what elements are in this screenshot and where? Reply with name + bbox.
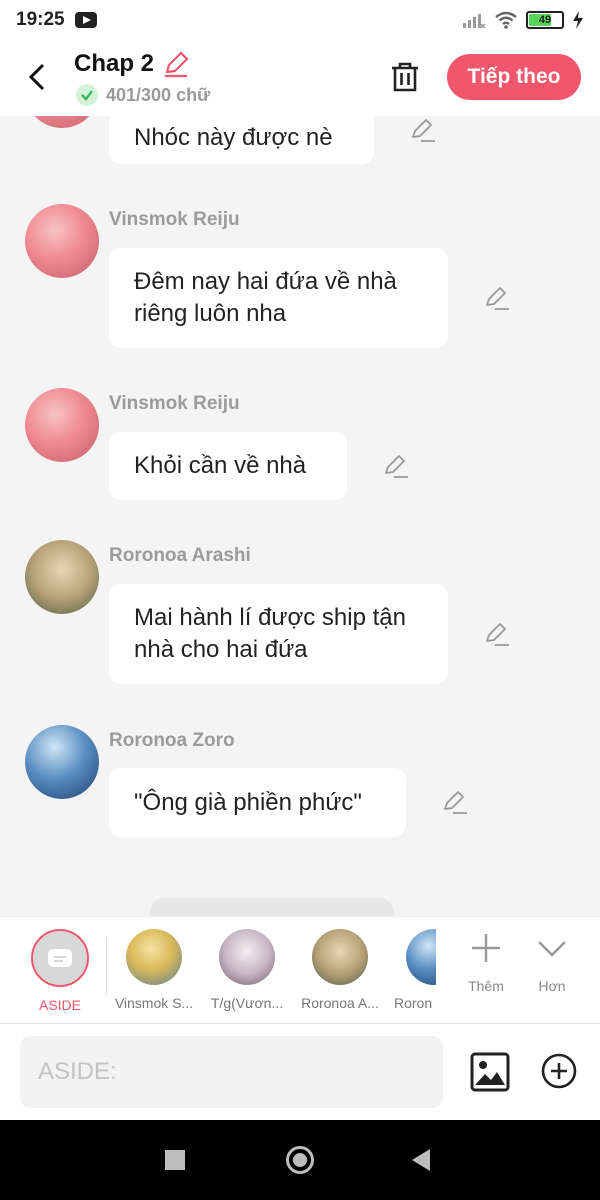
more-button[interactable]: Hơn (522, 931, 582, 994)
status-time: 19:25 (16, 9, 65, 30)
chevron-left-icon (28, 63, 45, 91)
next-button[interactable]: Tiếp theo (447, 54, 581, 100)
input-bar (0, 1024, 600, 1120)
character-bar: ASIDE Vinsmok S... T/g(Vươn... Roronoa A… (0, 916, 600, 1024)
system-back-button[interactable] (412, 1149, 430, 1171)
edit-title-icon[interactable] (162, 50, 190, 78)
avatar-arashi[interactable] (25, 540, 99, 614)
battery-level: 49 (538, 14, 552, 26)
sender-name: Vinsmok Reiju (109, 209, 240, 230)
character-label: Roronoa A... (301, 995, 379, 1011)
word-count: 401/300 chữ (106, 84, 211, 105)
character-label: ASIDE (38, 997, 81, 1013)
message-text: Nhóc này được nè (134, 123, 333, 151)
battery-icon: 49 (526, 11, 564, 29)
editor-header: Chap 2 401/300 chữ Tiếp theo (0, 40, 600, 116)
add-character-button[interactable]: Thêm (456, 931, 516, 994)
chevron-down-icon (538, 941, 566, 957)
character-avatar (219, 929, 275, 985)
message-text: Đêm nay hai đứa về nhà riêng luôn nha (134, 268, 397, 327)
character-zoro[interactable]: Roron (392, 929, 436, 1011)
trash-icon (392, 62, 418, 92)
scroll-hint-pill (150, 898, 394, 916)
character-avatar (406, 929, 436, 985)
character-avatar (312, 929, 368, 985)
character-label: Vinsmok S... (114, 995, 194, 1011)
character-author[interactable]: T/g(Vươn... (205, 929, 289, 1011)
back-button[interactable] (22, 60, 52, 94)
edit-message-icon[interactable] (382, 452, 410, 480)
add-label: Thêm (468, 978, 504, 994)
charging-icon (573, 11, 583, 29)
signal-icon (463, 14, 486, 29)
plus-icon (472, 934, 500, 962)
chat-area[interactable]: Nhóc này được nè Vinsmok Reiju Đêm nay h… (0, 116, 600, 916)
youtube-notification-icon (74, 12, 97, 28)
message-bubble[interactable]: Mai hành lí được ship tận nhà cho hai đứ… (109, 584, 448, 684)
avatar-reiju[interactable] (25, 116, 99, 128)
sender-name: Vinsmok Reiju (109, 393, 240, 414)
edit-message-icon[interactable] (483, 620, 511, 648)
delete-button[interactable] (389, 60, 421, 94)
character-avatar (126, 929, 182, 985)
system-nav-bar (0, 1120, 600, 1200)
more-label: Hơn (538, 978, 566, 994)
message-bubble[interactable]: Đêm nay hai đứa về nhà riêng luôn nha (109, 248, 448, 348)
recents-button[interactable] (165, 1150, 185, 1170)
message-text: Mai hành lí được ship tận nhà cho hai đứ… (134, 604, 406, 663)
wifi-icon (495, 11, 517, 29)
avatar-reiju[interactable] (25, 388, 99, 462)
character-arashi[interactable]: Roronoa A... (298, 929, 382, 1011)
message-text: "Ông già phiền phức" (134, 788, 362, 816)
avatar-reiju[interactable] (25, 204, 99, 278)
character-label: T/g(Vươn... (210, 995, 284, 1011)
sender-name: Roronoa Arashi (109, 545, 251, 566)
divider (106, 937, 107, 995)
character-aside[interactable]: ASIDE (18, 929, 102, 1013)
check-icon (76, 84, 98, 106)
edit-message-icon[interactable] (409, 116, 437, 144)
edit-message-icon[interactable] (483, 284, 511, 312)
status-bar: 19:25 49 (0, 0, 600, 40)
image-icon (470, 1052, 510, 1092)
message-text: Khỏi cần về nhà (134, 452, 307, 479)
message-bubble[interactable]: Khỏi cần về nhà (109, 432, 347, 500)
edit-message-icon[interactable] (441, 788, 469, 816)
add-button[interactable] (540, 1052, 578, 1090)
character-sanji[interactable]: Vinsmok S... (112, 929, 196, 1011)
chapter-title[interactable]: Chap 2 (74, 50, 154, 78)
plus-circle-icon (541, 1053, 577, 1089)
character-label: Roron (394, 995, 433, 1011)
home-button[interactable] (286, 1146, 314, 1174)
message-input[interactable] (20, 1036, 443, 1108)
insert-image-button[interactable] (470, 1052, 510, 1092)
message-bubble[interactable]: "Ông già phiền phức" (109, 768, 406, 837)
message-bubble[interactable]: Nhóc này được nè (109, 116, 374, 164)
aside-icon (31, 929, 89, 987)
sender-name: Roronoa Zoro (109, 730, 235, 751)
avatar-zoro[interactable] (25, 725, 99, 799)
